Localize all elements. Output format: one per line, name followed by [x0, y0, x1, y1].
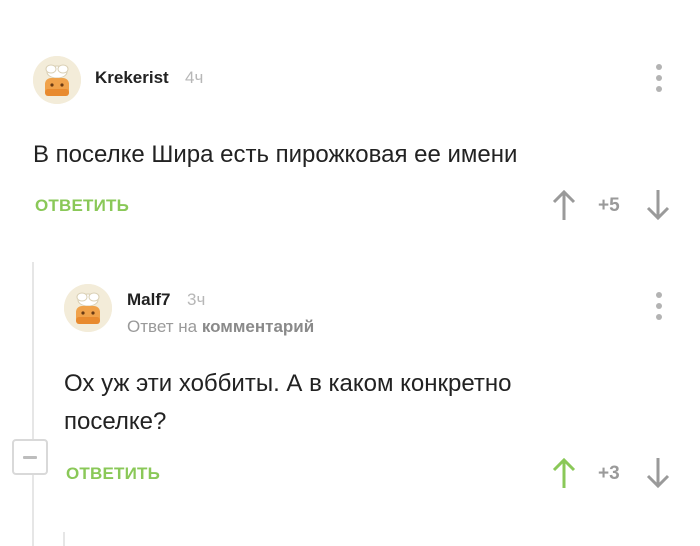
more-vertical-icon	[656, 292, 662, 298]
comment-text-line-2: поселке?	[64, 408, 167, 435]
thread-line	[32, 262, 34, 546]
upvote-button[interactable]	[551, 189, 577, 226]
comment-time: 4ч	[185, 68, 204, 87]
comment-author[interactable]: Krekerist	[95, 68, 169, 88]
comment-rating: +3	[598, 463, 620, 484]
reply-button[interactable]: ОТВЕТИТЬ	[66, 464, 160, 484]
reply-to-line: Ответ на комментарий	[127, 317, 314, 337]
arrow-down-icon	[646, 458, 670, 489]
comment-rating: +5	[598, 195, 620, 216]
comment-author[interactable]: Malf7	[127, 290, 170, 310]
avatar-cake-icon	[64, 284, 112, 332]
comment-text: В поселке Шира есть пирожковая ее имени	[33, 141, 518, 168]
more-vertical-icon	[656, 64, 662, 70]
comment-text-line-1: Ох уж эти хоббиты. А в каком конкретно	[64, 370, 512, 397]
reply-to-link[interactable]: комментарий	[202, 317, 314, 336]
arrow-down-icon	[646, 190, 670, 221]
more-options-button[interactable]	[654, 292, 664, 324]
thread-line-nested	[63, 532, 65, 546]
reply-button[interactable]: ОТВЕТИТЬ	[35, 196, 129, 216]
arrow-up-icon	[552, 457, 576, 488]
reply-to-prefix: Ответ на	[127, 317, 198, 336]
more-options-button[interactable]	[654, 64, 664, 96]
collapse-minus-icon	[23, 456, 37, 459]
arrow-up-icon	[552, 189, 576, 220]
comment-time: 3ч	[187, 290, 206, 309]
downvote-button[interactable]	[645, 189, 671, 226]
downvote-button[interactable]	[645, 457, 671, 494]
avatar[interactable]	[33, 56, 81, 104]
avatar[interactable]	[64, 284, 112, 332]
upvote-button[interactable]	[551, 457, 577, 494]
collapse-thread-button[interactable]	[12, 439, 48, 475]
avatar-cake-icon	[33, 56, 81, 104]
